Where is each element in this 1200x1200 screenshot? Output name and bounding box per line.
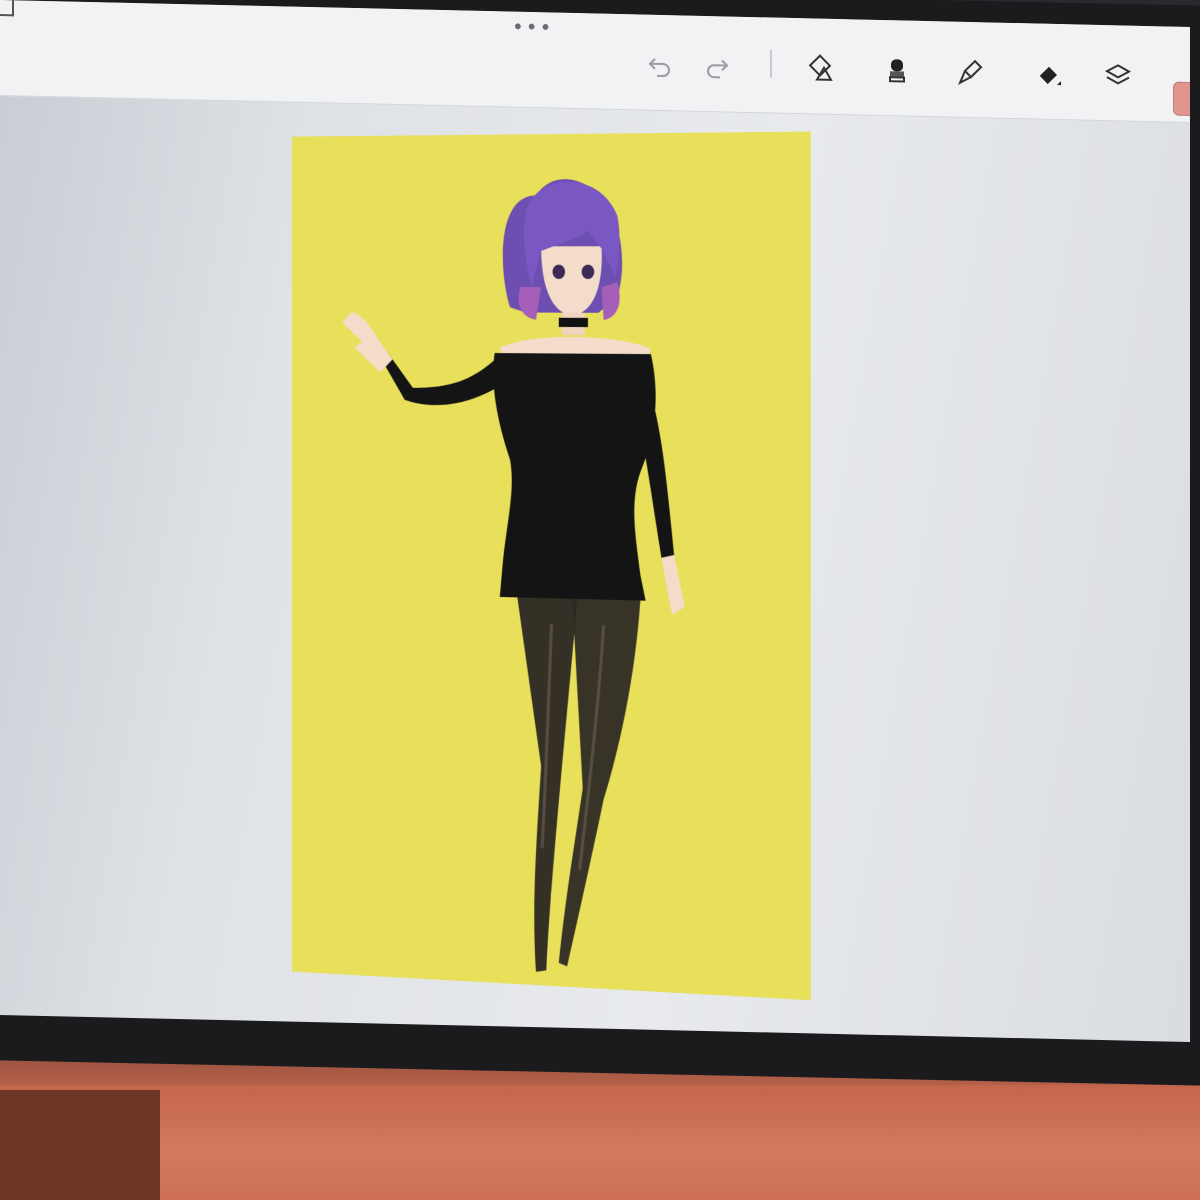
color-swatch[interactable] — [1173, 81, 1190, 117]
brush-tool-button[interactable] — [877, 50, 917, 91]
redo-icon — [707, 59, 729, 79]
eraser-icon — [1038, 66, 1061, 86]
redo-button[interactable] — [697, 46, 737, 87]
character-illustration — [342, 178, 685, 975]
desk-edge — [0, 1085, 1200, 1200]
tablet-screen: ••• — [0, 0, 1190, 1043]
gallery-icon[interactable] — [0, 0, 14, 17]
shapes-tool-button[interactable] — [802, 48, 842, 89]
toolbar-divider — [770, 49, 772, 78]
eraser-tool-button[interactable] — [1028, 53, 1068, 94]
smudge-tool-button[interactable] — [950, 52, 990, 93]
smudge-icon — [957, 59, 983, 85]
desk-shadow — [0, 1090, 160, 1200]
layers-button[interactable] — [1098, 55, 1138, 96]
drawing-canvas[interactable] — [292, 131, 811, 1001]
brush-icon — [889, 59, 905, 83]
undo-button[interactable] — [640, 45, 680, 86]
undo-icon — [648, 58, 670, 78]
layers-icon — [1104, 64, 1132, 85]
more-options-icon[interactable]: ••• — [512, 15, 553, 40]
shapes-icon — [808, 54, 833, 81]
